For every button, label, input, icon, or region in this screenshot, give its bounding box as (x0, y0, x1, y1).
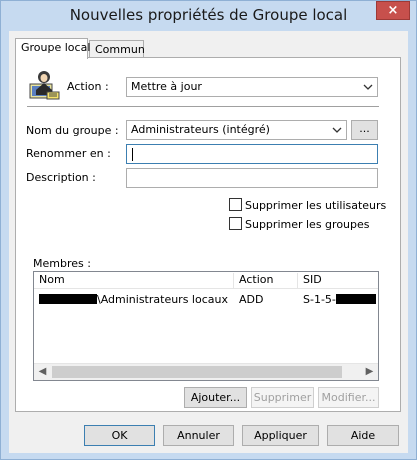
members-list[interactable]: Nom Action SID \Administrateurs locaux A… (33, 271, 379, 381)
action-value: Mettre à jour (131, 80, 202, 93)
redaction (39, 294, 97, 304)
browse-group-button[interactable]: ... (351, 120, 378, 140)
rename-label: Renommer en : (26, 147, 111, 160)
delete-users-label: Supprimer les utilisateurs (245, 199, 387, 212)
chevron-down-icon (332, 127, 342, 133)
horizontal-scrollbar[interactable]: ◀ ▶ (34, 363, 378, 380)
close-button[interactable]: × (376, 1, 410, 20)
member-sid-cell: S-1-5- (298, 293, 378, 306)
table-row[interactable]: \Administrateurs locaux ADD S-1-5- (34, 292, 378, 308)
window-title: Nouvelles propriétés de Groupe local (69, 6, 348, 24)
description-label: Description : (26, 171, 96, 184)
chevron-down-icon (363, 84, 373, 90)
apply-button[interactable]: Appliquer (242, 425, 319, 446)
modify-member-button[interactable]: Modifier... (318, 387, 379, 408)
local-group-icon (27, 68, 61, 102)
action-label: Action : (67, 80, 109, 93)
tab-panel-groupe-local: Action : Mettre à jour Nom du groupe : A… (15, 57, 401, 412)
members-list-header: Nom Action SID (34, 272, 378, 289)
group-name-label: Nom du groupe : (26, 124, 119, 137)
rename-input[interactable] (126, 144, 378, 164)
group-name-value: Administrateurs (intégré) (131, 123, 270, 136)
column-header-sid[interactable]: SID (298, 273, 378, 288)
separator (27, 106, 379, 107)
delete-users-checkbox[interactable]: Supprimer les utilisateurs (229, 198, 386, 212)
scrollbar-thumb[interactable] (52, 366, 342, 378)
remove-member-button[interactable]: Supprimer (251, 387, 314, 408)
scroll-right-icon[interactable]: ▶ (361, 364, 378, 380)
description-input[interactable] (126, 168, 378, 188)
redaction (335, 294, 376, 304)
member-name-cell: \Administrateurs locaux (34, 293, 234, 306)
dialog-window: Nouvelles propriétés de Groupe local × G… (0, 0, 417, 460)
checkbox-box[interactable] (229, 198, 242, 211)
member-name: \Administrateurs locaux (97, 293, 228, 306)
ok-button[interactable]: OK (84, 425, 155, 446)
help-button[interactable]: Aide (327, 425, 399, 446)
text-caret (132, 148, 133, 161)
dialog-client: Groupe local Commun Action : Mettre à jo… (9, 31, 408, 453)
members-label: Membres : (33, 257, 91, 270)
delete-groups-checkbox[interactable]: Supprimer les groupes (229, 217, 370, 231)
title-bar[interactable]: Nouvelles propriétés de Groupe local × (1, 1, 416, 31)
checkbox-box[interactable] (229, 217, 242, 230)
tab-commun[interactable]: Commun (89, 40, 145, 58)
column-header-nom[interactable]: Nom (34, 273, 234, 288)
column-header-action[interactable]: Action (234, 273, 298, 288)
tab-groupe-local[interactable]: Groupe local (15, 38, 90, 59)
member-sid: S-1-5- (303, 293, 336, 306)
group-name-dropdown[interactable]: Administrateurs (intégré) (126, 120, 347, 140)
cancel-button[interactable]: Annuler (163, 425, 234, 446)
close-icon: × (387, 3, 399, 18)
delete-groups-label: Supprimer les groupes (245, 218, 370, 231)
add-member-button[interactable]: Ajouter... (184, 387, 247, 408)
scroll-left-icon[interactable]: ◀ (34, 364, 51, 380)
member-action: ADD (239, 293, 264, 306)
action-dropdown[interactable]: Mettre à jour (126, 77, 378, 97)
